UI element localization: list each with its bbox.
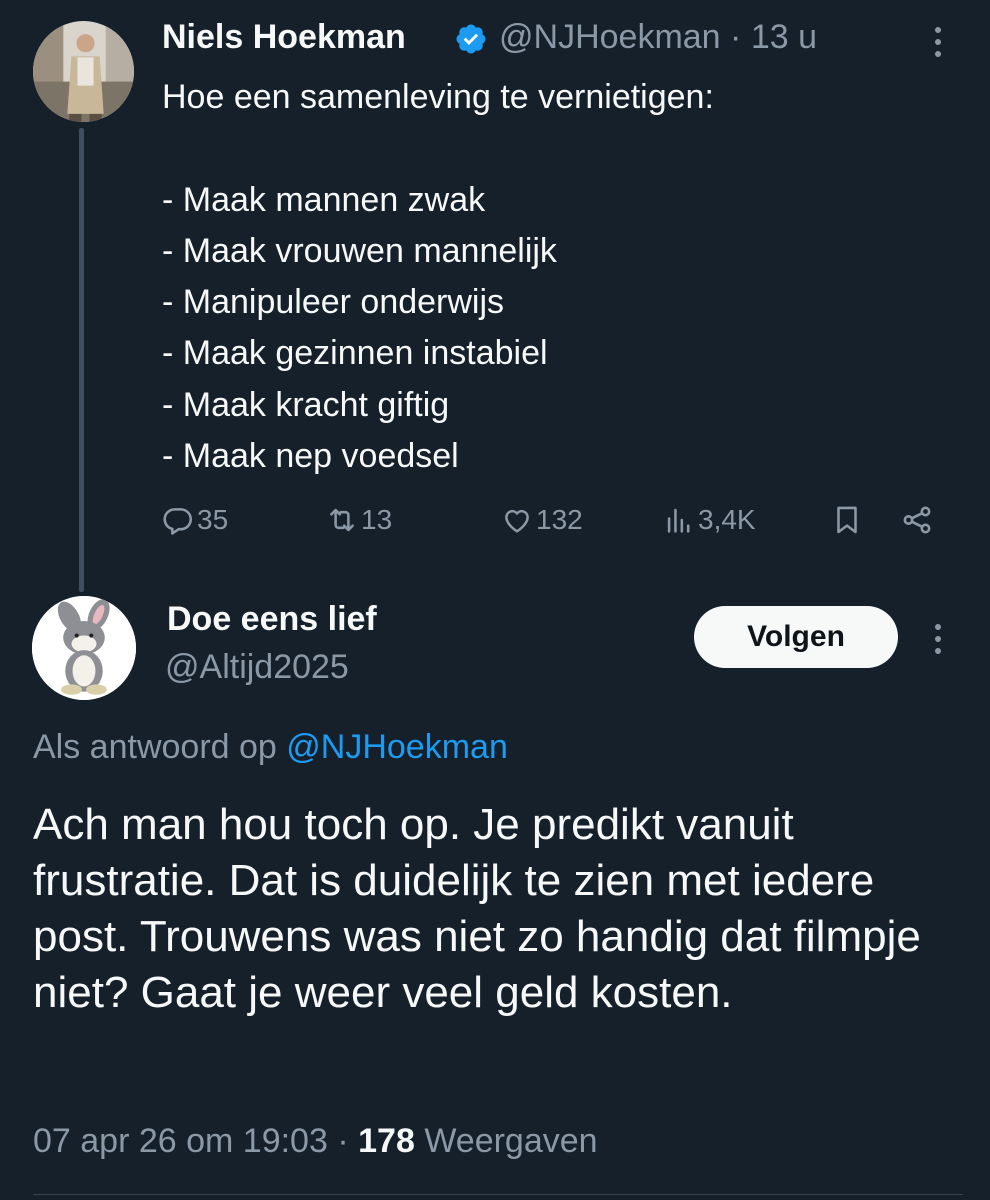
like-button[interactable]: 132 (500, 498, 583, 542)
repost-button[interactable]: 13 (325, 498, 392, 542)
reply-context: Als antwoord op @NJHoekman (33, 728, 508, 767)
repost-count: 13 (361, 504, 393, 535)
follow-button[interactable]: Volgen (694, 606, 898, 668)
footer-separator: · (337, 1122, 349, 1160)
like-count: 132 (536, 504, 583, 535)
share-icon (903, 506, 931, 534)
tweet-time[interactable]: 13 u (751, 18, 817, 56)
reply-icon (163, 508, 193, 535)
reply-view-count: 178 (358, 1122, 415, 1160)
thread-connector-line (79, 128, 84, 592)
tweet-text: Hoe een samenleving te vernietigen: - Ma… (162, 78, 714, 476)
reply-footer: 07 apr 26 om 19:03 · 178 Weergaven (33, 1122, 598, 1161)
reply-to-prefix: Als antwoord op (33, 728, 277, 766)
bookmark-button[interactable] (830, 498, 866, 542)
meta-separator: · (730, 18, 742, 56)
reply-author-handle[interactable]: @Altijd2025 (165, 648, 349, 687)
more-icon[interactable] (933, 624, 943, 660)
reply-author-avatar[interactable] (32, 596, 136, 700)
more-icon[interactable] (933, 27, 943, 63)
reply-timestamp[interactable]: 07 apr 26 om 19:03 (33, 1122, 328, 1160)
reply-view-label: Weergaven (424, 1122, 598, 1160)
author-handle[interactable]: @NJHoekman (499, 18, 721, 56)
reply-text: Ach man hou toch op. Je predikt vanuit f… (33, 800, 921, 1017)
like-icon (505, 509, 529, 533)
verified-badge-icon (454, 22, 488, 56)
view-count: 3,4K (698, 504, 756, 535)
bookmark-icon (837, 506, 857, 534)
repost-icon (330, 508, 354, 532)
reply-button[interactable]: 35 (161, 498, 228, 542)
divider (33, 1194, 963, 1195)
reply-to-handle-link[interactable]: @NJHoekman (286, 728, 508, 766)
author-avatar[interactable] (33, 21, 134, 122)
views-icon (667, 508, 690, 533)
share-button[interactable] (900, 498, 936, 542)
views-button[interactable]: 3,4K (662, 498, 756, 542)
author-name[interactable]: Niels Hoekman (162, 18, 406, 57)
tweet-meta: @NJHoekman · 13 u (499, 18, 817, 57)
reply-author-name[interactable]: Doe eens lief (167, 600, 377, 639)
reply-count: 35 (197, 504, 229, 535)
